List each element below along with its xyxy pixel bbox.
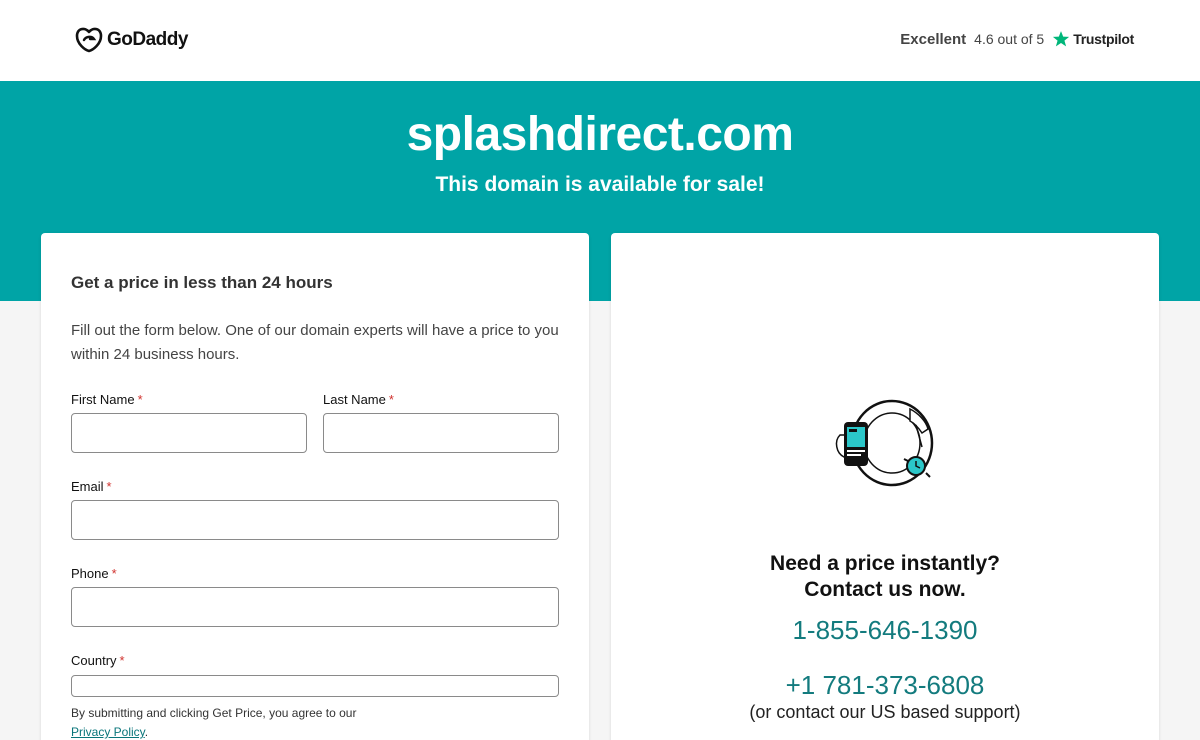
required-marker: * (106, 479, 112, 494)
first-name-label: First Name * (71, 392, 143, 407)
required-marker: * (137, 392, 143, 407)
legal-text: By submitting and clicking Get Price, yo… (71, 706, 357, 720)
phone-label: Phone * (71, 566, 117, 581)
support-note: (or contact our US based support) (749, 702, 1021, 722)
cta-line-1: Need a price instantly? (770, 552, 1000, 575)
first-name-field[interactable] (71, 413, 307, 453)
email-label: Email * (71, 479, 112, 494)
price-request-form-card: Get a price in less than 24 hours Fill o… (41, 233, 589, 740)
contact-cta: Need a price instantly? Contact us now. (611, 551, 1159, 603)
phone-field[interactable] (71, 587, 559, 627)
phone-label-text: Phone (71, 566, 109, 581)
last-name-label: Last Name * (323, 392, 394, 407)
rating-word: Excellent (900, 30, 967, 48)
phone-number-secondary[interactable]: +1 781-373-6808 (611, 670, 1159, 701)
email-field[interactable] (71, 500, 559, 540)
country-label-text: Country (71, 653, 117, 668)
sale-tagline: This domain is available for sale! (435, 173, 765, 196)
form-title: Get a price in less than 24 hours (71, 273, 333, 292)
trustpilot-star-icon (1053, 31, 1070, 47)
trustpilot-brand: Trustpilot (1052, 30, 1134, 48)
required-marker: * (119, 653, 125, 668)
country-label: Country * (71, 653, 125, 668)
last-name-field[interactable] (323, 413, 559, 453)
email-label-text: Email (71, 479, 104, 494)
logo-text: GoDaddy (107, 29, 188, 50)
phone-hand-illustration (835, 399, 934, 487)
rating-score: 4.6 out of 5 (974, 31, 1045, 47)
form-description: Fill out the form below. One of our doma… (71, 322, 559, 363)
contact-card: Need a price instantly? Contact us now. … (611, 233, 1159, 740)
phone-number-primary[interactable]: 1-855-646-1390 (611, 615, 1159, 646)
required-marker: * (388, 392, 394, 407)
privacy-policy-link[interactable]: Privacy Policy (71, 725, 145, 739)
domain-name: splashdirect.com (406, 108, 794, 161)
country-select[interactable] (71, 675, 559, 697)
godaddy-logo-icon (75, 27, 103, 53)
trustpilot-rating[interactable]: Excellent 4.6 out of 5 Trustpilot (900, 30, 1134, 48)
required-marker: * (111, 566, 117, 581)
trustpilot-label: Trustpilot (1073, 31, 1134, 47)
first-name-label-text: First Name (71, 392, 135, 407)
legal-end: . (144, 725, 149, 739)
last-name-label-text: Last Name (323, 392, 386, 407)
legal-notice: By submitting and clicking Get Price, yo… (71, 704, 356, 740)
godaddy-logo[interactable]: GoDaddy (75, 27, 188, 53)
cta-line-2: Contact us now. (804, 578, 966, 601)
top-bar: GoDaddy Excellent 4.6 out of 5 Trustpilo… (0, 0, 1200, 81)
